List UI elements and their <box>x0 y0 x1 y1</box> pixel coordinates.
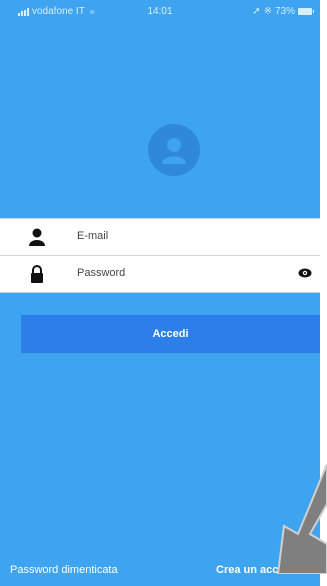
user-icon <box>29 228 45 246</box>
arrow-icon <box>276 464 327 574</box>
avatar-icon <box>148 124 200 176</box>
battery-icon <box>298 8 314 15</box>
password-field[interactable]: Password <box>0 255 320 293</box>
user-silhouette-icon <box>162 138 186 164</box>
forgot-password-link[interactable]: Password dimenticata <box>10 564 118 576</box>
location-icon: ➚ <box>252 6 261 17</box>
login-button[interactable]: Accedi <box>21 315 320 353</box>
password-placeholder: Password <box>77 267 126 279</box>
status-bar: vodafone IT ≈ 14:01 ➚ ※ 73% <box>0 0 320 24</box>
battery-percentage: 73% <box>274 6 295 17</box>
bluetooth-icon: ※ <box>263 6 272 17</box>
eye-icon[interactable] <box>298 268 312 278</box>
email-placeholder: E-mail <box>77 230 109 242</box>
email-field[interactable]: E-mail <box>0 218 320 255</box>
lock-icon <box>31 265 43 283</box>
